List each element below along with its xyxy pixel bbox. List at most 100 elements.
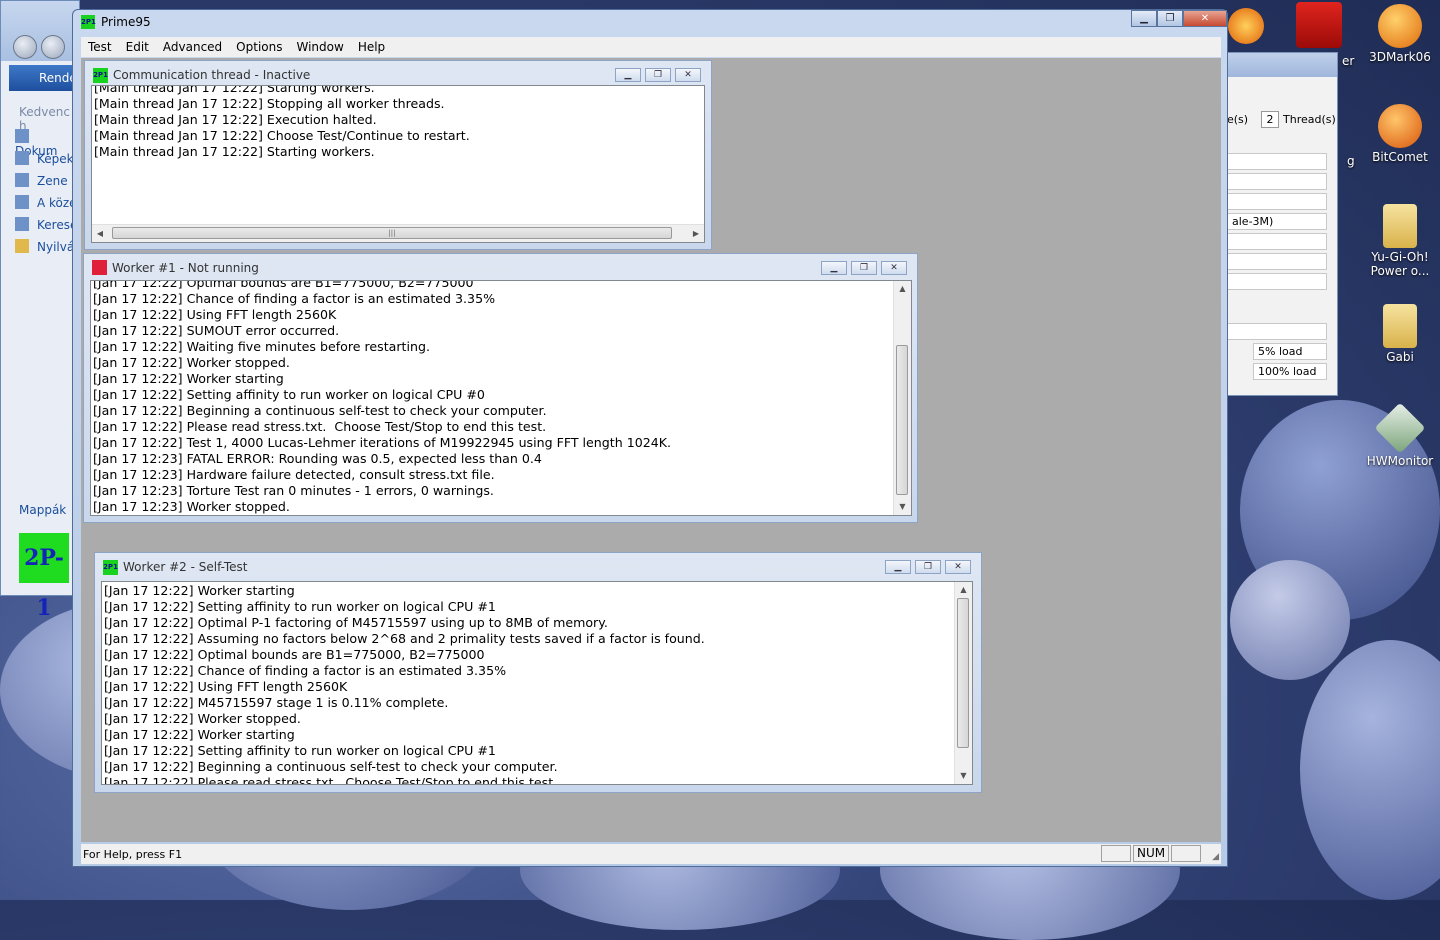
desktop-icon-gabi[interactable]: Gabi: [1365, 304, 1435, 364]
3dmark-icon: [1378, 4, 1422, 48]
worker2-running-icon[interactable]: 2P1: [103, 560, 118, 575]
log-line: [Main thread Jan 17 12:22] Starting work…: [94, 144, 375, 159]
maximize-button[interactable]: ❐: [1157, 10, 1183, 27]
log-line: [Jan 17 12:22] Test 1, 4000 Lucas-Lehmer…: [93, 435, 672, 450]
log-line: [Jan 17 12:22] Beginning a continuous se…: [104, 759, 558, 774]
close-button[interactable]: ✕: [945, 560, 971, 574]
hwmonitor-icon: [1374, 402, 1426, 454]
worker1-stopped-icon[interactable]: [92, 260, 107, 275]
list-row: [1227, 153, 1327, 170]
log-line: [Jan 17 12:23] Torture Test ran 0 minute…: [93, 483, 494, 498]
scroll-down-arrow-icon[interactable]: ▼: [955, 768, 972, 784]
log-line: [Jan 17 12:22] Please read stress.txt. C…: [93, 419, 547, 434]
favorite-item-music[interactable]: Zene: [15, 173, 68, 188]
explorer-navbar: [1, 1, 79, 61]
scrollbar-thumb[interactable]: |||: [112, 227, 672, 239]
log-line: [Main thread Jan 17 12:22] Starting work…: [94, 85, 375, 95]
log-line: [Jan 17 12:22] Worker starting: [104, 727, 295, 742]
status-bar: For Help, press F1 NUM ◢: [81, 844, 1221, 864]
desktop-icon-3dmark06[interactable]: 3DMark06: [1365, 4, 1435, 64]
documents-icon: [15, 129, 29, 143]
organize-button[interactable]: Rende: [9, 65, 81, 91]
caption-buttons: ▁ ❐ ✕: [1131, 10, 1227, 28]
log-line: [Jan 17 12:22] SUMOUT error occurred.: [93, 323, 340, 338]
maximize-button[interactable]: ❐: [645, 68, 671, 82]
log-line: [Jan 17 12:22] Setting affinity to run w…: [93, 387, 485, 402]
app-orange-icon[interactable]: [1228, 8, 1264, 44]
comm-window-caption-buttons: ▁ ❐ ✕: [615, 68, 701, 82]
scroll-up-arrow-icon[interactable]: ▲: [894, 281, 911, 297]
comm-log-lines: [Main thread Jan 17 12:22] Starting work…: [94, 85, 470, 160]
close-button[interactable]: ✕: [675, 68, 701, 82]
status-pane-num: NUM: [1133, 845, 1169, 862]
bitcomet-icon: [1378, 104, 1422, 148]
log-line: [Jan 17 12:22] Worker stopped.: [93, 355, 290, 370]
worker1-window: Worker #1 - Not running ▁ ❐ ✕ [Jan 17 12…: [83, 253, 918, 523]
close-button[interactable]: ✕: [1183, 10, 1227, 27]
log-line: [Jan 17 12:22] Worker starting: [104, 583, 295, 598]
log-line: [Jan 17 12:22] Assuming no factors below…: [104, 631, 705, 646]
horizontal-scrollbar[interactable]: ◀ ||| ▶: [92, 224, 704, 242]
menu-options[interactable]: Options: [229, 37, 289, 57]
forward-arrow-icon[interactable]: [41, 35, 65, 59]
worker1-log[interactable]: [Jan 17 12:22] Optimal bounds are B1=775…: [90, 280, 912, 516]
menu-advanced[interactable]: Advanced: [156, 37, 229, 57]
list-row: [1227, 193, 1327, 210]
vertical-scrollbar[interactable]: ▲ ▼: [954, 582, 972, 784]
menu-test[interactable]: Test: [81, 37, 119, 57]
threads-input[interactable]: 2: [1261, 111, 1279, 128]
favorite-item-searches[interactable]: Keresé: [15, 217, 77, 232]
prime95-logo: 2P-1: [19, 533, 69, 621]
maximize-button[interactable]: ❐: [915, 560, 941, 574]
log-line: [Jan 17 12:22] Chance of finding a facto…: [104, 663, 507, 678]
menu-help[interactable]: Help: [351, 37, 392, 57]
vertical-scrollbar[interactable]: ▲ ▼: [893, 281, 911, 515]
log-line: [Main thread Jan 17 12:22] Choose Test/C…: [94, 128, 470, 143]
scroll-right-arrow-icon[interactable]: ▶: [688, 225, 704, 242]
scroll-down-arrow-icon[interactable]: ▼: [894, 499, 911, 515]
desktop-icon-bitcomet[interactable]: BitComet: [1365, 104, 1435, 164]
minimize-button[interactable]: ▁: [885, 560, 911, 574]
comm-window-icon[interactable]: 2P1: [93, 68, 108, 83]
scrollbar-thumb[interactable]: [896, 345, 908, 495]
log-line: [Jan 17 12:22] Optimal bounds are B1=775…: [93, 280, 474, 290]
back-arrow-icon[interactable]: [13, 35, 37, 59]
comm-thread-window: 2P1 Communication thread - Inactive ▁ ❐ …: [84, 60, 712, 250]
log-line: [Jan 17 12:22] Setting affinity to run w…: [104, 599, 496, 614]
list-row: [1227, 323, 1327, 340]
folders-toggle[interactable]: Mappák: [19, 503, 66, 517]
search-folder-icon: [15, 217, 29, 231]
log-line: [Jan 17 12:22] Setting affinity to run w…: [104, 743, 496, 758]
scrollbar-thumb[interactable]: [957, 598, 969, 748]
window-title: Prime95: [101, 15, 151, 29]
favorite-item-recent[interactable]: A köze: [15, 195, 77, 210]
threads-label: Thread(s): [1283, 113, 1336, 126]
scroll-up-arrow-icon[interactable]: ▲: [955, 582, 972, 598]
explorer-window: Rende Kedvenc h Dokum Képek Zene A köze …: [0, 0, 81, 621]
favorite-item-pictures[interactable]: Képek: [15, 151, 74, 166]
worker2-caption-buttons: ▁ ❐ ✕: [885, 560, 971, 574]
log-line: [Jan 17 12:23] Worker stopped.: [93, 499, 290, 514]
maximize-button[interactable]: ❐: [851, 261, 877, 275]
minimize-button[interactable]: ▁: [615, 68, 641, 82]
resize-grip-icon[interactable]: ◢: [1212, 852, 1219, 862]
worker2-log[interactable]: [Jan 17 12:22] Worker starting [Jan 17 12…: [101, 581, 973, 785]
desktop-text-fragment: g: [1347, 154, 1355, 168]
close-button[interactable]: ✕: [881, 261, 907, 275]
menu-edit[interactable]: Edit: [119, 37, 156, 57]
load-100-row: 100% load: [1253, 363, 1327, 380]
comm-log[interactable]: [Main thread Jan 17 12:22] Starting work…: [91, 85, 705, 243]
acrobat-icon[interactable]: [1296, 2, 1342, 48]
desktop-icon-hwmonitor[interactable]: HWMonitor: [1365, 402, 1435, 468]
favorite-item-public[interactable]: Nyilvá: [15, 239, 74, 254]
prime95-app-icon[interactable]: 2P1: [81, 15, 96, 29]
scroll-left-arrow-icon[interactable]: ◀: [92, 225, 108, 242]
minimize-button[interactable]: ▁: [1131, 10, 1157, 27]
menu-window[interactable]: Window: [289, 37, 350, 57]
log-line: [Jan 17 12:22] Beginning a continuous se…: [93, 403, 547, 418]
desktop-icon-yugioh[interactable]: Yu-Gi-Oh! Power o...: [1365, 204, 1435, 278]
list-row: [1227, 253, 1327, 270]
log-line: [Jan 17 12:22] M45715597 stage 1 is 0.11…: [104, 695, 449, 710]
background-window-titlebar: [1227, 53, 1337, 77]
minimize-button[interactable]: ▁: [821, 261, 847, 275]
